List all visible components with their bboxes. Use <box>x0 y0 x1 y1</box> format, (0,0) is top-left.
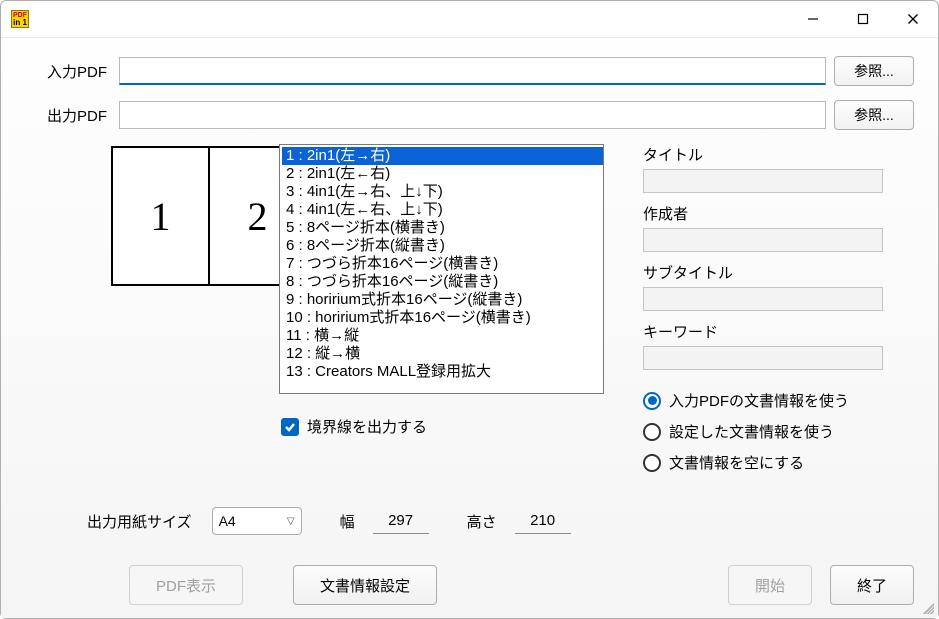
paper-size-combo[interactable]: A4 ▽ <box>212 507 302 535</box>
preview-cell-1: 1 <box>113 148 210 284</box>
window-frame: PDF in 1 入力PDF 参照... 出力PDF 参照... <box>0 0 939 619</box>
layout-option[interactable]: 10 : horirium式折本16ページ(横書き) <box>282 309 603 327</box>
radio-label: 入力PDFの文書情報を使う <box>669 390 849 411</box>
paper-width-label: 幅 <box>340 511 355 532</box>
border-checkbox[interactable] <box>281 418 299 436</box>
radio-indicator[interactable] <box>643 423 661 441</box>
minimize-button[interactable] <box>788 1 838 37</box>
input-pdf-field[interactable] <box>119 57 826 85</box>
pdf-view-button[interactable]: PDF表示 <box>129 565 243 605</box>
layout-listbox[interactable]: 1 : 2in1(左→右)2 : 2in1(左←右)3 : 4in1(左→右、上… <box>279 144 604 394</box>
minimize-icon <box>807 13 819 25</box>
meta-subtitle-row: サブタイトル <box>643 262 914 311</box>
meta-keyword-label: キーワード <box>643 321 914 342</box>
meta-title-field[interactable] <box>643 169 883 193</box>
app-icon-text-bottom: in 1 <box>13 19 27 26</box>
check-icon <box>284 421 296 433</box>
close-icon <box>907 13 919 25</box>
input-pdf-label: 入力PDF <box>25 61 111 82</box>
paper-height-field[interactable] <box>515 508 571 534</box>
preview-column: 1 2 <box>25 144 255 483</box>
docinfo-radio-option[interactable]: 設定した文書情報を使う <box>643 421 914 442</box>
metadata-column: タイトル 作成者 サブタイトル キーワード 入力PDFの文書情報を使う設定した文… <box>643 144 914 483</box>
meta-author-field[interactable] <box>643 228 883 252</box>
meta-author-row: 作成者 <box>643 203 914 252</box>
layout-column: 1 : 2in1(左→右)2 : 2in1(左←右)3 : 4in1(左→右、上… <box>279 144 619 483</box>
output-pdf-browse-button[interactable]: 参照... <box>834 100 914 130</box>
meta-subtitle-field[interactable] <box>643 287 883 311</box>
meta-author-label: 作成者 <box>643 203 914 224</box>
titlebar: PDF in 1 <box>1 1 938 37</box>
chevron-down-icon: ▽ <box>287 516 295 527</box>
docinfo-radio-group: 入力PDFの文書情報を使う設定した文書情報を使う文書情報を空にする <box>643 390 914 473</box>
layout-option[interactable]: 1 : 2in1(左→右) <box>282 147 603 165</box>
meta-title-label: タイトル <box>643 144 914 165</box>
paper-height-label: 高さ <box>467 511 497 532</box>
layout-preview: 1 2 <box>111 146 307 286</box>
body-area: 入力PDF 参照... 出力PDF 参照... 1 2 1 : 2in1(左→右… <box>1 37 938 618</box>
radio-indicator[interactable] <box>643 454 661 472</box>
radio-label: 設定した文書情報を使う <box>669 421 834 442</box>
maximize-icon <box>857 13 869 25</box>
action-button-row: PDF表示 文書情報設定 開始 終了 <box>25 565 914 605</box>
resize-grip[interactable] <box>920 600 934 614</box>
layout-option[interactable]: 13 : Creators MALL登録用拡大 <box>282 363 603 381</box>
paper-size-label: 出力用紙サイズ <box>87 511 192 532</box>
meta-subtitle-label: サブタイトル <box>643 262 914 283</box>
docinfo-radio-option[interactable]: 文書情報を空にする <box>643 452 914 473</box>
meta-keyword-row: キーワード <box>643 321 914 370</box>
layout-option[interactable]: 6 : 8ページ折本(縦書き) <box>282 237 603 255</box>
layout-option[interactable]: 4 : 4in1(左←右、上↓下) <box>282 201 603 219</box>
layout-option[interactable]: 3 : 4in1(左→右、上↓下) <box>282 183 603 201</box>
layout-option[interactable]: 12 : 縦→横 <box>282 345 603 363</box>
input-pdf-row: 入力PDF 参照... <box>25 56 914 86</box>
layout-option[interactable]: 11 : 横→縦 <box>282 327 603 345</box>
exit-button[interactable]: 終了 <box>830 565 914 605</box>
app-icon: PDF in 1 <box>11 10 29 28</box>
output-pdf-row: 出力PDF 参照... <box>25 100 914 130</box>
doc-info-settings-button[interactable]: 文書情報設定 <box>293 565 437 605</box>
layout-option[interactable]: 5 : 8ページ折本(横書き) <box>282 219 603 237</box>
meta-keyword-field[interactable] <box>643 346 883 370</box>
radio-indicator[interactable] <box>643 392 661 410</box>
close-button[interactable] <box>888 1 938 37</box>
docinfo-radio-option[interactable]: 入力PDFの文書情報を使う <box>643 390 914 411</box>
paper-width-field[interactable] <box>373 508 429 534</box>
border-checkbox-row[interactable]: 境界線を出力する <box>281 416 619 437</box>
radio-label: 文書情報を空にする <box>669 452 804 473</box>
paper-size-value: A4 <box>219 513 236 529</box>
meta-title-row: タイトル <box>643 144 914 193</box>
layout-option[interactable]: 2 : 2in1(左←右) <box>282 165 603 183</box>
layout-option[interactable]: 7 : つづら折本16ページ(横書き) <box>282 255 603 273</box>
input-pdf-browse-button[interactable]: 参照... <box>834 56 914 86</box>
paper-size-row: 出力用紙サイズ A4 ▽ 幅 高さ <box>25 507 914 535</box>
maximize-button[interactable] <box>838 1 888 37</box>
layout-option[interactable]: 9 : horirium式折本16ページ(縦書き) <box>282 291 603 309</box>
output-pdf-label: 出力PDF <box>25 105 111 126</box>
border-checkbox-label: 境界線を出力する <box>307 416 427 437</box>
layout-option[interactable]: 8 : つづら折本16ページ(縦書き) <box>282 273 603 291</box>
start-button[interactable]: 開始 <box>728 565 812 605</box>
output-pdf-field[interactable] <box>119 101 826 129</box>
main-grid: 1 2 1 : 2in1(左→右)2 : 2in1(左←右)3 : 4in1(左… <box>25 144 914 483</box>
